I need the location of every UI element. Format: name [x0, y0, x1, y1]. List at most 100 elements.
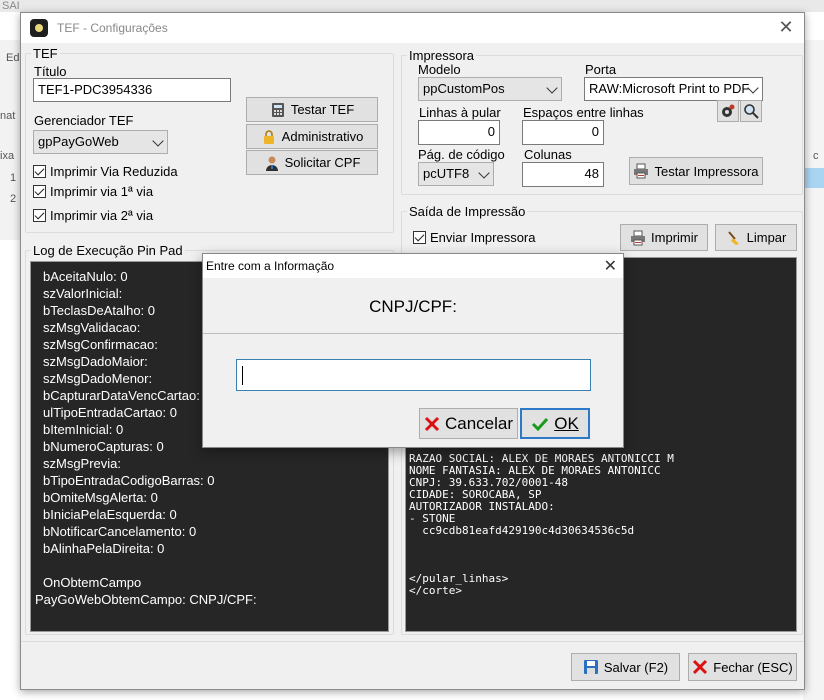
app-icon	[30, 19, 48, 37]
search-printer-button[interactable]	[740, 100, 762, 122]
output-line: </corte>	[409, 584, 462, 597]
linhas-pular-input[interactable]: 0	[418, 120, 500, 145]
checkbox-label: Enviar Impressora	[430, 230, 536, 245]
chevron-down-icon	[546, 82, 558, 94]
printer-icon	[631, 230, 646, 245]
background-right-pane: c	[803, 40, 824, 700]
modelo-select[interactable]: ppCustomPos	[418, 77, 562, 101]
testar-impressora-button[interactable]: Testar Impressora	[629, 157, 763, 185]
cancel-icon	[424, 416, 440, 431]
log-line: szMsgValidacao:	[43, 320, 141, 335]
dialog-titlebar: Entre com a Informação	[203, 254, 623, 278]
gerenciador-value: gpPayGoWeb	[38, 134, 119, 149]
log-line: bTeclasDeAtalho: 0	[43, 303, 156, 318]
chevron-down-icon	[152, 135, 164, 147]
checkbox-label: Imprimir Via Reduzida	[50, 164, 178, 179]
porta-select[interactable]: RAW:Microsoft Print to PDF	[584, 77, 763, 101]
cnpj-cpf-dialog: Entre com a Informação ✕ CNPJ/CPF: Cance…	[202, 253, 624, 448]
checkbox-label: Imprimir via 2ª via	[50, 208, 154, 223]
log-line: szMsgDadoMenor:	[43, 371, 153, 386]
log-line: bTipoEntradaCodigoBarras: 0	[43, 473, 215, 488]
dialog-prompt: CNPJ/CPF:	[203, 278, 623, 334]
administrativo-button[interactable]: Administrativo	[246, 124, 378, 149]
porta-value: RAW:Microsoft Print to PDF	[589, 81, 750, 96]
enviar-impressora-checkbox[interactable]: Enviar Impressora	[413, 230, 535, 245]
close-icon	[693, 659, 708, 675]
log-line: bOmiteMsgAlerta: 0	[43, 490, 158, 505]
log-line: bNotificarCancelamento: 0	[43, 524, 197, 539]
log-line: bCapturarDataVencCartao:	[43, 388, 200, 403]
salvar-button[interactable]: Salvar (F2)	[571, 653, 680, 681]
colunas-input[interactable]: 48	[522, 162, 604, 187]
ok-label: OK	[554, 413, 579, 433]
pag-codigo-label: Pág. de código	[418, 147, 505, 162]
printer-settings-button[interactable]	[717, 100, 739, 122]
log-group-title: Log de Execução Pin Pad	[31, 243, 185, 258]
user-icon	[265, 156, 278, 171]
log-line: bAlinhaPelaDireita: 0	[43, 541, 165, 556]
imprimir-via-reduzida-checkbox[interactable]: Imprimir Via Reduzida	[33, 164, 178, 179]
solicitar-cpf-label: Solicitar CPF	[284, 155, 361, 170]
salvar-label: Salvar (F2)	[603, 659, 669, 675]
lock-icon	[263, 129, 274, 144]
tef-group-title: TEF	[31, 46, 60, 61]
colunas-label: Colunas	[524, 147, 572, 162]
window-titlebar: TEF - Configurações ✕	[21, 13, 804, 43]
background-label: c	[813, 150, 819, 162]
cancelar-label: Cancelar	[444, 413, 514, 433]
imprimir-2a-via-checkbox[interactable]: Imprimir via 2ª via	[33, 208, 153, 223]
log-line: bNumeroCapturas: 0	[43, 439, 164, 454]
limpar-button[interactable]: Limpar	[715, 224, 797, 251]
background-title: SAI	[0, 0, 824, 12]
log-line: ulTipoEntradaCartao: 0	[43, 405, 177, 420]
cnpj-cpf-input[interactable]	[236, 359, 591, 391]
checkbox-label: Imprimir via 1ª via	[50, 184, 154, 199]
ok-button[interactable]: OK	[520, 408, 590, 439]
espacos-input[interactable]: 0	[522, 120, 604, 145]
saida-group-title: Saída de Impressão	[407, 204, 528, 219]
gerenciador-label: Gerenciador TEF	[34, 113, 134, 128]
printer-icon	[634, 163, 649, 179]
check-icon	[532, 417, 549, 431]
pag-codigo-select[interactable]: pcUTF8	[418, 162, 494, 186]
dialog-title: Entre com a Informação	[206, 259, 335, 273]
checkbox-checked-icon	[33, 209, 46, 222]
calculator-icon	[271, 102, 284, 117]
background-label: nat	[0, 110, 16, 122]
impressora-group-title: Impressora	[407, 48, 477, 63]
checkbox-checked-icon	[33, 185, 46, 198]
cancelar-button[interactable]: Cancelar	[419, 408, 518, 439]
background-label: 1	[10, 172, 17, 184]
gerenciador-select[interactable]: gpPayGoWeb	[33, 130, 168, 154]
limpar-label: Limpar	[746, 230, 787, 245]
modelo-label: Modelo	[418, 62, 461, 77]
linhas-pular-label: Linhas à pular	[419, 105, 501, 120]
testar-tef-button[interactable]: Testar TEF	[246, 97, 378, 122]
output-line: cc9cdb81eafd429190c4d30634536c5d	[409, 524, 635, 537]
imprimir-1a-via-checkbox[interactable]: Imprimir via 1ª via	[33, 184, 153, 199]
save-icon	[583, 660, 598, 674]
porta-label: Porta	[585, 62, 617, 77]
administrativo-label: Administrativo	[281, 129, 364, 144]
imprimir-button[interactable]: Imprimir	[620, 224, 708, 251]
fechar-label: Fechar (ESC)	[713, 659, 793, 675]
imprimir-label: Imprimir	[651, 230, 698, 245]
fechar-button[interactable]: Fechar (ESC)	[688, 653, 797, 681]
log-line: szMsgPrevia:	[43, 456, 122, 471]
pag-codigo-value: pcUTF8	[423, 166, 470, 181]
gear-icon	[722, 104, 735, 117]
close-icon[interactable]: ✕	[776, 17, 796, 37]
background-label: ixa	[0, 150, 15, 162]
window-footer	[21, 641, 804, 689]
chevron-down-icon	[478, 167, 490, 179]
text-caret	[242, 366, 243, 385]
titulo-input[interactable]: TEF1-PDC3954336	[33, 78, 231, 102]
search-icon	[744, 104, 759, 119]
solicitar-cpf-button[interactable]: Solicitar CPF	[246, 150, 378, 175]
testar-tef-label: Testar TEF	[290, 102, 355, 117]
espacos-label: Espaços entre linhas	[523, 105, 644, 120]
log-line: szValorInicial:	[43, 286, 123, 301]
window-title: TEF - Configurações	[57, 21, 168, 35]
titulo-label: Título	[34, 64, 67, 79]
close-icon[interactable]: ✕	[604, 256, 617, 276]
